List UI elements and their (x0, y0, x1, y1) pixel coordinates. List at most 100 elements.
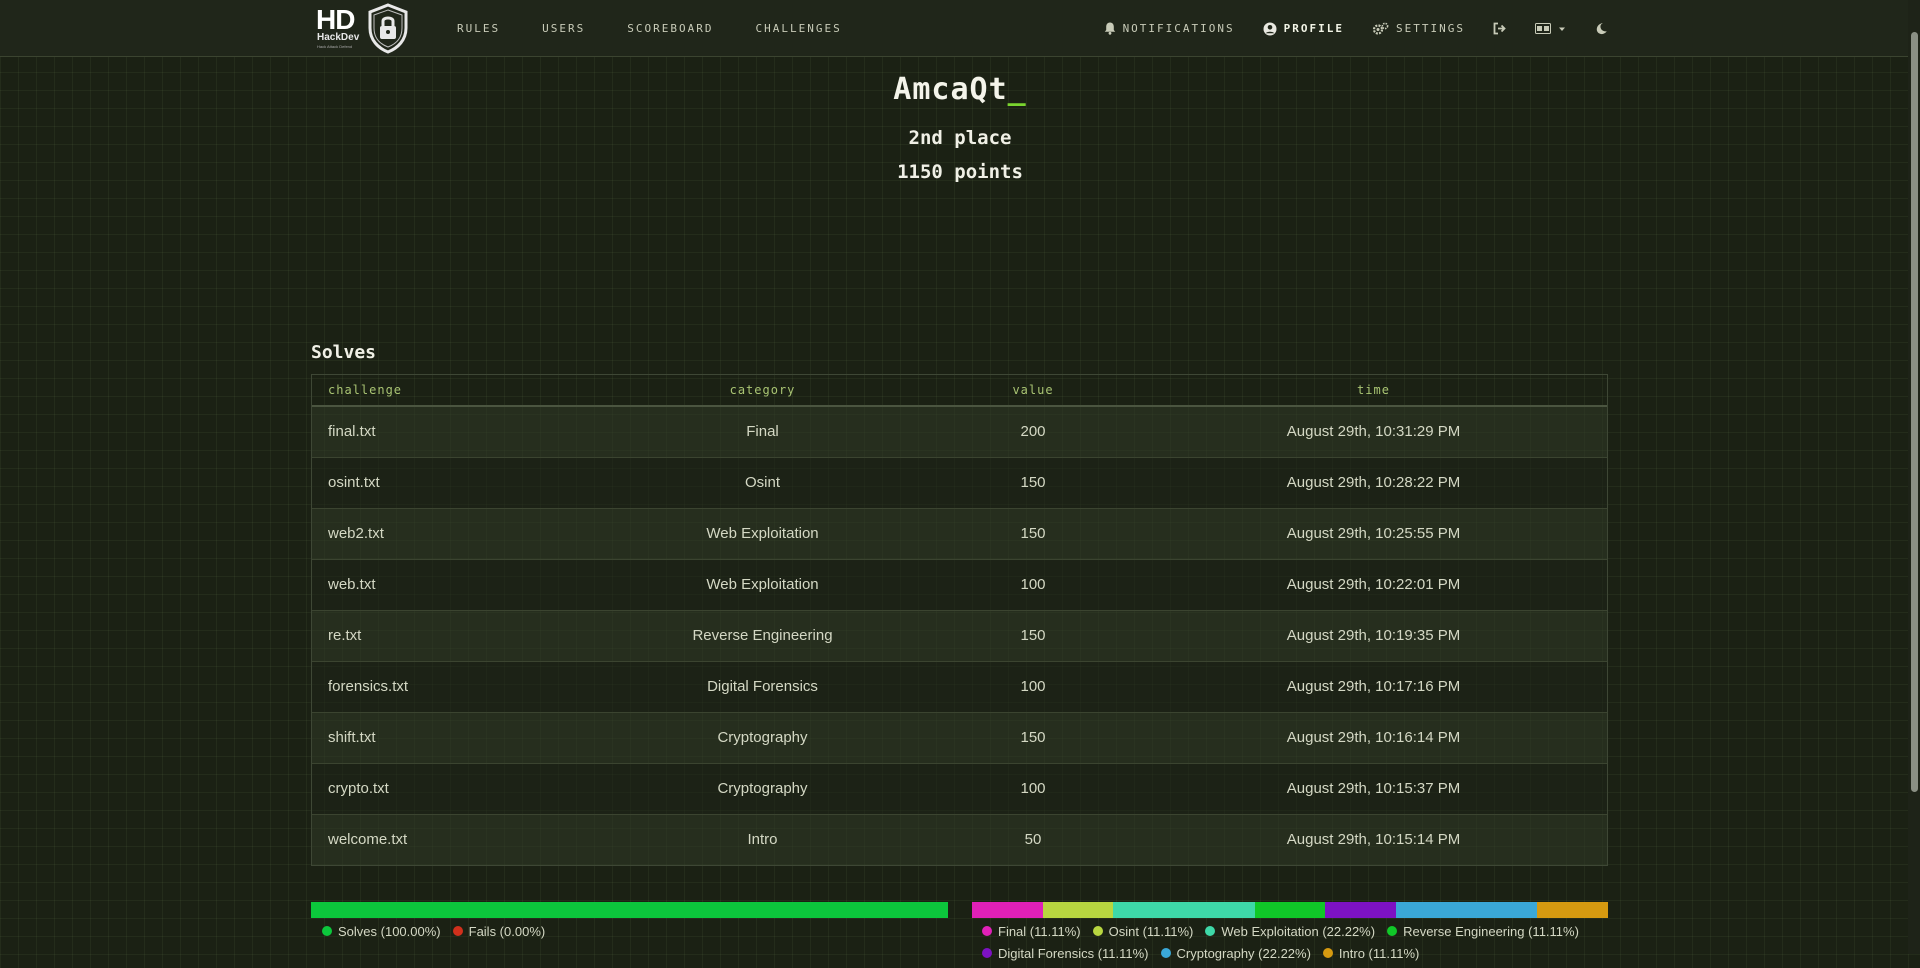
nav-right: Notifications Profile Settings (1076, 0, 1608, 57)
table-row: osint.txt Osint 150 August 29th, 10:28:2… (312, 456, 1607, 508)
challenge-link[interactable]: osint.txt (328, 474, 380, 491)
category-cell: Digital Forensics (599, 660, 926, 712)
scrollbar-thumb[interactable] (1911, 32, 1918, 792)
legend-label: Reverse Engineering (11.11%) (1403, 923, 1579, 939)
legend-item[interactable]: Final (11.11%) (982, 923, 1081, 939)
legend-item[interactable]: Fails (0.00%) (452, 923, 546, 939)
legend-item[interactable]: Digital Forensics (11.11%) (982, 945, 1149, 961)
theme-toggle[interactable] (1595, 22, 1608, 35)
table-header-row: challenge category value time (312, 375, 1607, 407)
nav-settings-label: Settings (1396, 22, 1465, 35)
value-cell: 100 (926, 660, 1140, 712)
legend-label: Solves (100.00%) (338, 923, 441, 939)
user-place: 2nd place (908, 127, 1012, 149)
nav-challenges[interactable]: Challenges (755, 22, 841, 35)
time-cell: August 29th, 10:28:22 PM (1140, 456, 1607, 508)
nav-settings[interactable]: Settings (1372, 22, 1465, 36)
solve-percentage-bar (311, 902, 948, 918)
nav-profile[interactable]: Profile (1263, 22, 1344, 36)
navbar-inner: HD HackDev Hack Attack Defend Rules User… (312, 0, 1608, 57)
legend-dot-icon (1092, 926, 1103, 936)
time-cell: August 29th, 10:15:37 PM (1140, 762, 1607, 814)
legend-label: Final (11.11%) (998, 923, 1081, 939)
column-header-time: time (1140, 375, 1607, 407)
nav-users[interactable]: Users (542, 22, 585, 35)
logo-name-text: HackDev (317, 32, 360, 43)
value-cell: 200 (926, 405, 1140, 457)
logo-tagline: Hack Attack Defend (317, 44, 353, 49)
category-cell: Cryptography (599, 711, 926, 763)
nav-notifications[interactable]: Notifications (1104, 22, 1235, 35)
legend-label: Cryptography (22.22%) (1176, 945, 1311, 961)
brand-logo[interactable]: HD HackDev Hack Attack Defend (315, 2, 411, 54)
legend-label: Intro (11.11%) (1338, 945, 1420, 961)
nav-profile-label: Profile (1283, 22, 1345, 35)
language-dropdown[interactable] (1535, 23, 1567, 34)
challenge-link[interactable]: forensics.txt (328, 678, 408, 695)
challenge-link[interactable]: welcome.txt (328, 831, 407, 848)
value-cell: 100 (926, 762, 1140, 814)
legend-item[interactable]: Intro (11.11%) (1322, 945, 1420, 961)
category-cell: Final (599, 405, 926, 457)
table-row: web.txt Web Exploitation 100 August 29th… (312, 558, 1607, 610)
category-cell: Cryptography (599, 762, 926, 814)
value-cell: 100 (926, 558, 1140, 610)
table-row: re.txt Reverse Engineering 150 August 29… (312, 609, 1607, 661)
category-segment (1395, 902, 1538, 918)
time-cell: August 29th, 10:25:55 PM (1140, 507, 1607, 559)
value-cell: 150 (926, 711, 1140, 763)
category-cell: Intro (599, 813, 926, 865)
column-header-challenge: challenge (312, 375, 599, 407)
solves-table: challenge category value time final.txt … (311, 374, 1608, 866)
table-row: shift.txt Cryptography 150 August 29th, … (312, 711, 1607, 763)
main-nav: Rules Users Scoreboard Challenges (457, 0, 884, 57)
time-cell: August 29th, 10:17:16 PM (1140, 660, 1607, 712)
logout-button[interactable] (1493, 22, 1507, 35)
category-segment (1325, 902, 1396, 918)
category-cell: Web Exploitation (599, 558, 926, 610)
nav-scoreboard[interactable]: Scoreboard (627, 22, 713, 35)
table-row: welcome.txt Intro 50 August 29th, 10:15:… (312, 813, 1607, 865)
challenge-link[interactable]: final.txt (328, 423, 376, 440)
legend-dot-icon (982, 948, 992, 958)
category-breakdown-legend: Final (11.11%) Osint (11.11%) Web Exploita… (982, 924, 1612, 968)
value-cell: 50 (926, 813, 1140, 865)
table-row: crypto.txt Cryptography 100 August 29th,… (312, 762, 1607, 814)
user-points: 1150 points (897, 161, 1023, 183)
table-row: forensics.txt Digital Forensics 100 Augu… (312, 660, 1607, 712)
shield-lock-icon (368, 3, 408, 54)
legend-label: Fails (0.00%) (468, 923, 546, 939)
legend-item[interactable]: Reverse Engineering (11.11%) (1387, 923, 1579, 939)
column-header-category: category (599, 375, 926, 407)
time-cell: August 29th, 10:22:01 PM (1140, 558, 1607, 610)
legend-label: Digital Forensics (11.11%) (998, 945, 1149, 961)
challenge-link[interactable]: web2.txt (328, 525, 384, 542)
profile-header: AmcaQt_ 2nd place 1150 points (0, 72, 1920, 183)
legend-item[interactable]: Solves (100.00%) (322, 923, 441, 939)
value-cell: 150 (926, 456, 1140, 508)
caret-down-icon (1559, 27, 1565, 31)
legend-item[interactable]: Osint (11.11%) (1092, 924, 1193, 939)
solve-percentage-legend: Solves (100.00%) Fails (0.00%) (322, 924, 942, 946)
solves-heading: Solves (311, 342, 377, 363)
challenge-link[interactable]: re.txt (328, 627, 361, 644)
category-segment (1254, 902, 1326, 918)
nav-rules[interactable]: Rules (457, 22, 500, 35)
challenge-link[interactable]: shift.txt (328, 729, 376, 746)
category-cell: Osint (599, 456, 926, 508)
value-cell: 150 (926, 609, 1140, 661)
challenge-link[interactable]: web.txt (328, 576, 376, 593)
legend-item[interactable]: Web Exploitation (22.22%) (1205, 924, 1375, 939)
category-segment (1042, 902, 1114, 918)
legend-item[interactable]: Cryptography (22.22%) (1160, 945, 1311, 961)
challenge-link[interactable]: crypto.txt (328, 780, 389, 797)
page-scrollbar[interactable] (1908, 0, 1920, 954)
table-row: web2.txt Web Exploitation 150 August 29t… (312, 507, 1607, 559)
legend-dot-icon (1160, 948, 1171, 958)
blinking-cursor: _ (1007, 72, 1027, 107)
legend-dot-icon (1205, 926, 1216, 936)
category-segment (972, 902, 1043, 918)
legend-dot-icon (322, 926, 332, 936)
time-cell: August 29th, 10:31:29 PM (1140, 405, 1607, 457)
legend-dot-icon (1322, 948, 1333, 958)
